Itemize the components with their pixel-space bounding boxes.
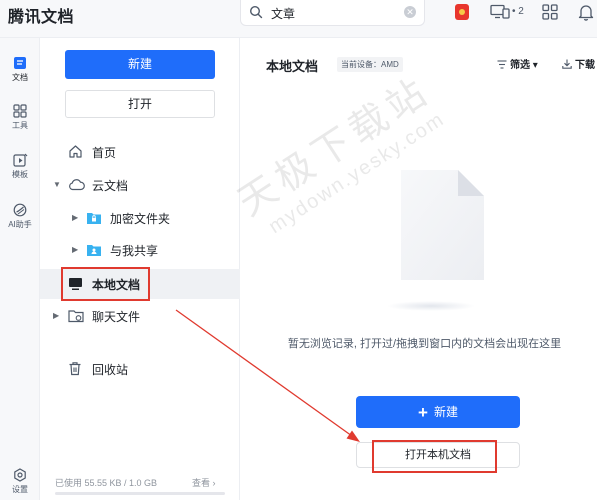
annotation-arrow bbox=[175, 309, 360, 442]
